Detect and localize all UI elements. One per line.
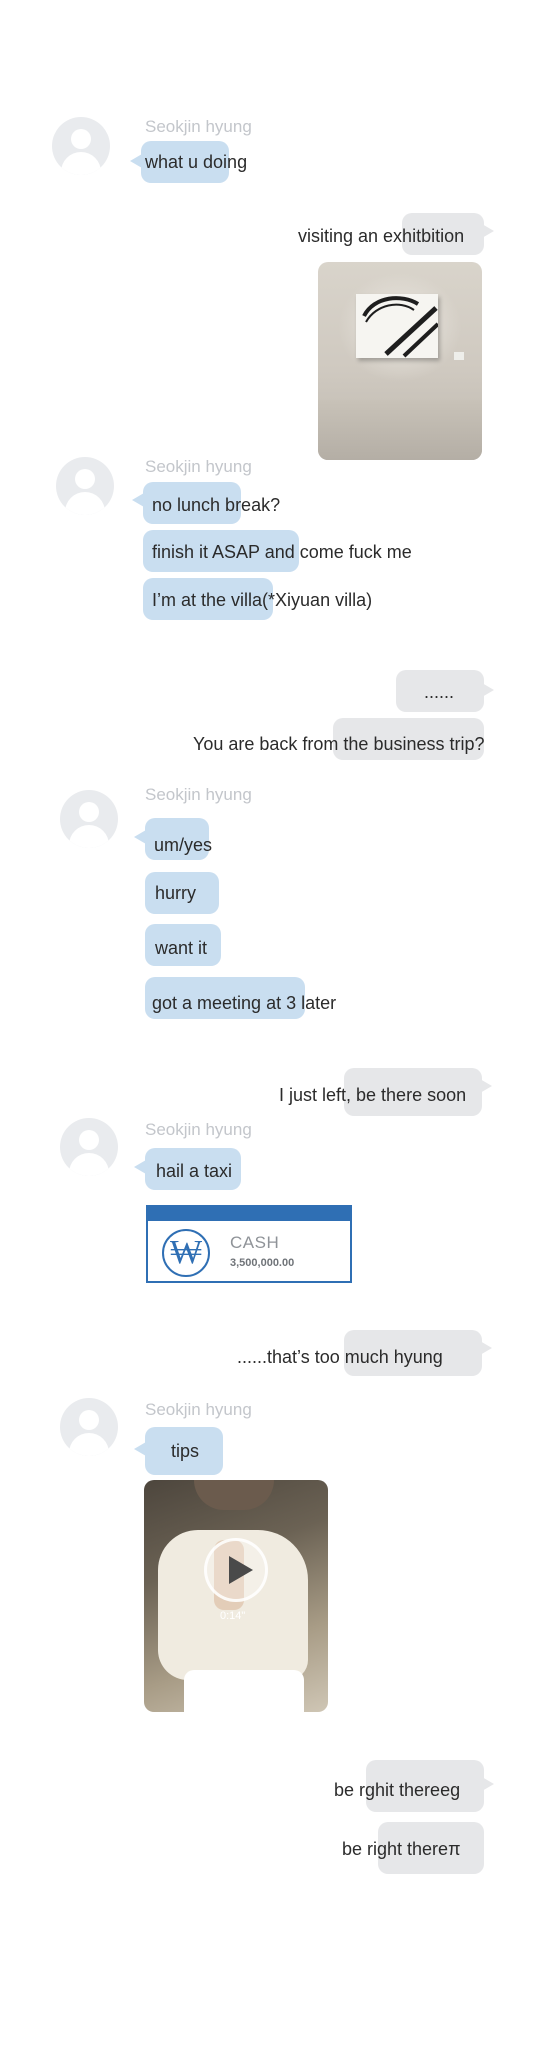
message-text: visiting an exhitbition (298, 226, 465, 246)
avatar[interactable] (60, 1118, 118, 1176)
video-figure-hair (194, 1480, 274, 1510)
avatar-head (71, 129, 91, 149)
video-thumbnail[interactable]: 0:14" (144, 1480, 328, 1712)
message-text: I’m at the villa(*Xiyuan villa) (152, 590, 373, 610)
play-icon[interactable] (204, 1538, 268, 1602)
avatar-body (69, 1433, 109, 1456)
sender-name: Seokjin hyung (145, 457, 252, 476)
avatar-body (61, 152, 101, 175)
message-text: I just left, be there soon (279, 1085, 467, 1105)
message-text: be rghit thereeg (334, 1780, 461, 1800)
won-icon: ₩ (162, 1229, 210, 1277)
video-figure-pants (184, 1670, 304, 1712)
avatar-head (79, 1130, 99, 1150)
cash-transfer-card[interactable]: ₩ CASH 3,500,000.00 (146, 1205, 352, 1283)
sender-name: Seokjin hyung (145, 785, 252, 804)
avatar[interactable] (60, 1398, 118, 1456)
message-text: want it (155, 938, 208, 958)
artwork-strokes (362, 296, 440, 358)
bubble-tail (480, 1341, 492, 1355)
sender-name: Seokjin hyung (145, 1120, 252, 1139)
message-text: You are back from the business trip? (193, 734, 485, 754)
bubble-tail (482, 1777, 494, 1791)
photo-floor (318, 400, 482, 460)
message-text: tips (171, 1441, 200, 1461)
message-text: what u doing (145, 152, 248, 172)
cash-amount: 3,500,000.00 (230, 1257, 295, 1269)
message-text: hurry (155, 883, 197, 903)
avatar-body (65, 492, 105, 515)
avatar-head (79, 1410, 99, 1430)
message-text: got a meeting at 3 later (152, 993, 337, 1013)
message-text: ...... (424, 682, 455, 702)
message-text: hail a taxi (156, 1161, 233, 1181)
avatar-head (75, 469, 95, 489)
message-text: be right thereπ (342, 1839, 461, 1859)
avatar-body (69, 1153, 109, 1176)
message-text: finish it ASAP and come fuck me (152, 542, 412, 562)
sender-name: Seokjin hyung (145, 1400, 252, 1419)
message-text: ......that’s too much hyung (237, 1347, 443, 1367)
sender-name: Seokjin hyung (145, 117, 252, 136)
artwork-plaque (454, 352, 464, 360)
message-text: um/yes (154, 835, 213, 855)
message-text: no lunch break? (152, 495, 281, 515)
cash-card-header (148, 1207, 350, 1221)
avatar[interactable] (52, 117, 110, 175)
cash-label: CASH (230, 1233, 280, 1252)
avatar[interactable] (60, 790, 118, 848)
video-duration: 0:14" (220, 1610, 246, 1622)
avatar-body (69, 825, 109, 848)
bubble-tail (480, 1079, 492, 1093)
bubble-tail (482, 683, 494, 697)
avatar[interactable] (56, 457, 114, 515)
artwork-canvas (356, 294, 440, 358)
play-triangle (229, 1556, 253, 1584)
avatar-head (79, 802, 99, 822)
bubble-tail (482, 224, 494, 238)
exhibition-photo[interactable] (318, 262, 482, 460)
